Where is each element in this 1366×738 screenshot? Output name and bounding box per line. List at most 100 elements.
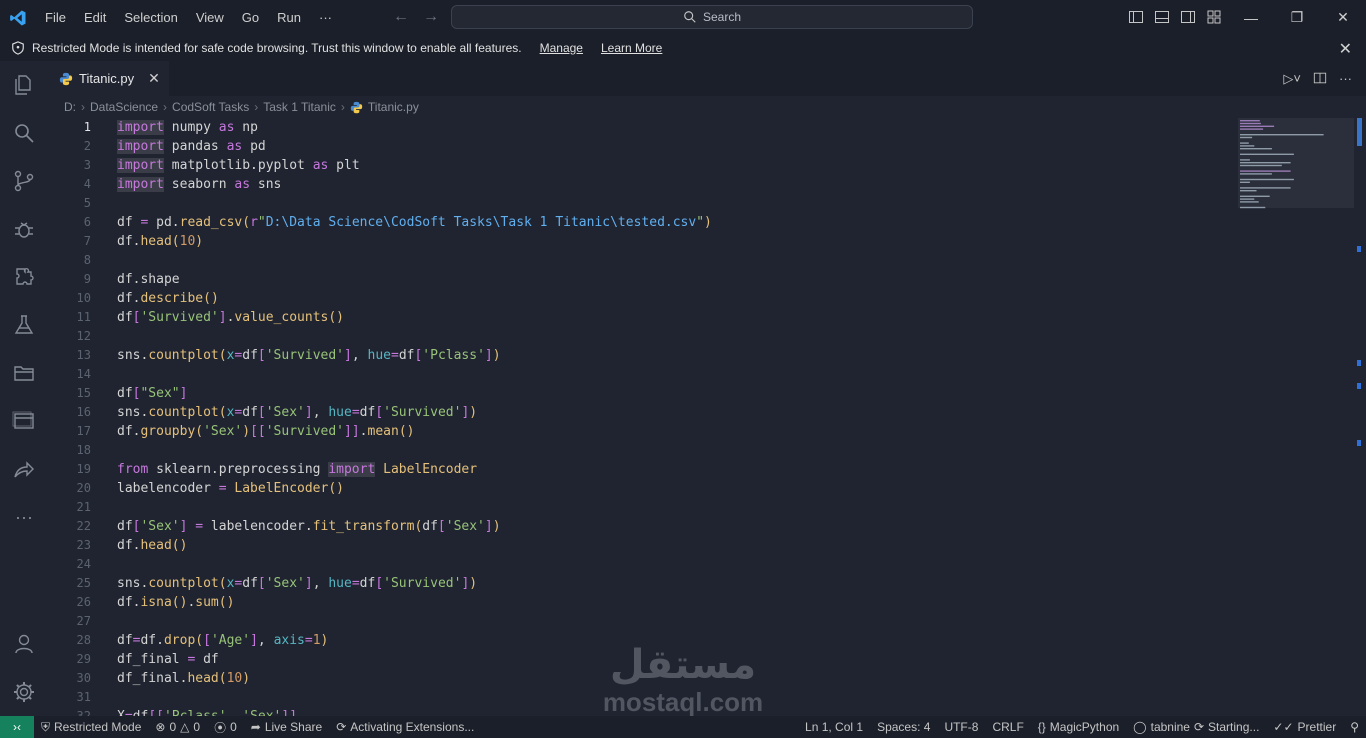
extensions-icon[interactable] xyxy=(12,265,36,289)
code-line[interactable]: 10 df.describe() xyxy=(48,289,1228,308)
close-tab-icon[interactable]: ✕ xyxy=(148,70,160,87)
line-code: df.head(10) xyxy=(117,234,204,249)
minimap-line xyxy=(1240,136,1253,139)
menu-selection[interactable]: Selection xyxy=(115,0,186,35)
error-icon: ⊗ xyxy=(155,720,166,734)
banner-manage-link[interactable]: Manage xyxy=(540,41,583,55)
tabnine-label: tabnine xyxy=(1150,720,1190,734)
code-line[interactable]: 6 df = pd.read_csv(r"D:\Data Science\CodS… xyxy=(48,213,1228,232)
line-code: df.isna().sum() xyxy=(117,595,235,610)
code-line[interactable]: 12 xyxy=(48,327,1228,346)
line-code: from sklearn.preprocessing import LabelE… xyxy=(117,462,478,477)
menu-view[interactable]: View xyxy=(187,0,233,35)
banner-learn-more-link[interactable]: Learn More xyxy=(601,41,662,55)
code-line[interactable]: 7 df.head(10) xyxy=(48,232,1228,251)
line-code: X=df[['Pclass', 'Sex']] xyxy=(117,707,297,716)
more-views-icon[interactable]: ··· xyxy=(12,505,36,529)
code-line[interactable]: 14 xyxy=(48,365,1228,384)
code-line[interactable]: 25 sns.countplot(x=df['Sex'], hue=df['Sur… xyxy=(48,574,1228,593)
editor-scrollbar[interactable] xyxy=(1354,118,1366,716)
end-of-line[interactable]: CRLF xyxy=(985,720,1030,734)
breadcrumb-task-folder[interactable]: Task 1 Titanic xyxy=(263,100,336,114)
ports-status[interactable]: ⦿ 0 xyxy=(207,719,244,736)
code-line[interactable]: 19 from sklearn.preprocessing import Labe… xyxy=(48,460,1228,479)
account-icon[interactable] xyxy=(12,632,36,656)
code-line[interactable]: 18 xyxy=(48,441,1228,460)
code-editor[interactable]: 1 import numpy as np 2 import pandas as pd 3… xyxy=(48,118,1236,716)
minimize-icon[interactable]: — xyxy=(1228,0,1274,35)
code-line[interactable]: 27 xyxy=(48,612,1228,631)
notifications-bell-icon[interactable]: ⚲ xyxy=(1343,720,1366,734)
code-line[interactable]: 5 xyxy=(48,194,1228,213)
code-line[interactable]: 15 df["Sex"] xyxy=(48,384,1228,403)
tabnine-status[interactable]: ◯ tabnine ⟳ Starting... xyxy=(1126,720,1266,734)
code-line[interactable]: 4 import seaborn as sns xyxy=(48,175,1228,194)
activating-extensions-status[interactable]: ⟳ Activating Extensions... xyxy=(329,720,481,734)
split-editor-icon[interactable] xyxy=(1313,71,1327,88)
toggle-secondary-sidebar-icon[interactable] xyxy=(1180,9,1196,25)
breadcrumb-codsoft-tasks[interactable]: CodSoft Tasks xyxy=(172,100,249,114)
line-number: 24 xyxy=(76,557,91,571)
code-line[interactable]: 8 xyxy=(48,251,1228,270)
banner-close-icon[interactable]: ✕ xyxy=(1339,39,1352,59)
settings-gear-icon[interactable] xyxy=(12,680,36,704)
run-debug-icon[interactable] xyxy=(12,217,36,241)
line-number: 9 xyxy=(83,272,91,286)
menu-go[interactable]: Go xyxy=(233,0,268,35)
toggle-panel-icon[interactable] xyxy=(1154,9,1170,25)
encoding[interactable]: UTF-8 xyxy=(937,720,985,734)
line-code: df = pd.read_csv(r"D:\Data Science\CodSo… xyxy=(117,215,712,230)
live-share-status[interactable]: ➦ Live Share xyxy=(244,720,329,734)
folder-icon[interactable] xyxy=(12,361,36,385)
minimap[interactable] xyxy=(1238,118,1354,716)
testing-flask-icon[interactable] xyxy=(12,313,36,337)
forward-arrow-icon[interactable]: → xyxy=(423,8,439,26)
code-line[interactable]: 1 import numpy as np xyxy=(48,118,1228,137)
breadcrumb-drive[interactable]: D: xyxy=(64,100,76,114)
indentation[interactable]: Spaces: 4 xyxy=(870,720,937,734)
code-line[interactable]: 23 df.head() xyxy=(48,536,1228,555)
code-line[interactable]: 2 import pandas as pd xyxy=(48,137,1228,156)
command-center-search[interactable]: Search xyxy=(451,5,973,29)
menu-file[interactable]: File xyxy=(36,0,75,35)
code-line[interactable]: 3 import matplotlib.pyplot as plt xyxy=(48,156,1228,175)
minimap-line xyxy=(1240,148,1272,150)
code-line[interactable]: 16 sns.countplot(x=df['Sex'], hue=df['Sur… xyxy=(48,403,1228,422)
code-line[interactable]: 21 xyxy=(48,498,1228,517)
code-line[interactable]: 13 sns.countplot(x=df['Survived'], hue=df… xyxy=(48,346,1228,365)
line-number: 11 xyxy=(76,310,91,324)
code-line[interactable]: 11 df['Survived'].value_counts() xyxy=(48,308,1228,327)
menu-more[interactable]: ··· xyxy=(310,0,341,35)
code-line[interactable]: 24 xyxy=(48,555,1228,574)
menu-edit[interactable]: Edit xyxy=(75,0,115,35)
remote-explorer-icon[interactable] xyxy=(12,409,36,433)
breadcrumb-datascience[interactable]: DataScience xyxy=(90,100,158,114)
toggle-primary-sidebar-icon[interactable] xyxy=(1128,9,1144,25)
menu-run[interactable]: Run xyxy=(268,0,310,35)
code-line[interactable]: 26 df.isna().sum() xyxy=(48,593,1228,612)
run-python-file-icon[interactable]: ▷˅ xyxy=(1283,71,1301,88)
restore-icon[interactable]: ❐ xyxy=(1274,0,1320,35)
tabnine-icon: ◯ xyxy=(1133,720,1147,734)
code-line[interactable]: 9 df.shape xyxy=(48,270,1228,289)
close-window-icon[interactable]: ✕ xyxy=(1320,0,1366,35)
breadcrumb-file[interactable]: Titanic.py xyxy=(368,100,419,114)
code-line[interactable]: 22 df['Sex'] = labelencoder.fit_transform… xyxy=(48,517,1228,536)
problems-status[interactable]: ⊗ 0 △ 0 xyxy=(148,720,207,734)
code-line[interactable]: 20 labelencoder = LabelEncoder() xyxy=(48,479,1228,498)
cursor-position[interactable]: Ln 1, Col 1 xyxy=(798,720,870,734)
code-line[interactable]: 17 df.groupby('Sex')[['Survived']].mean() xyxy=(48,422,1228,441)
prettier-status[interactable]: ✓✓ Prettier xyxy=(1266,720,1343,734)
search-view-icon[interactable] xyxy=(12,121,36,145)
customize-layout-icon[interactable] xyxy=(1206,9,1222,25)
explorer-icon[interactable] xyxy=(12,73,36,97)
remote-indicator-icon[interactable]: ›‹ xyxy=(0,716,34,738)
restricted-mode-status[interactable]: ⛨ Restricted Mode xyxy=(34,720,148,735)
minimap-line xyxy=(1240,187,1291,189)
more-actions-icon[interactable]: ··· xyxy=(1339,71,1352,88)
language-mode[interactable]: {} MagicPython xyxy=(1031,720,1126,734)
tab-titanic-py[interactable]: Titanic.py ✕ xyxy=(48,61,169,96)
source-control-icon[interactable] xyxy=(12,169,36,193)
back-arrow-icon[interactable]: ← xyxy=(393,8,409,26)
live-share-icon[interactable] xyxy=(12,457,36,481)
